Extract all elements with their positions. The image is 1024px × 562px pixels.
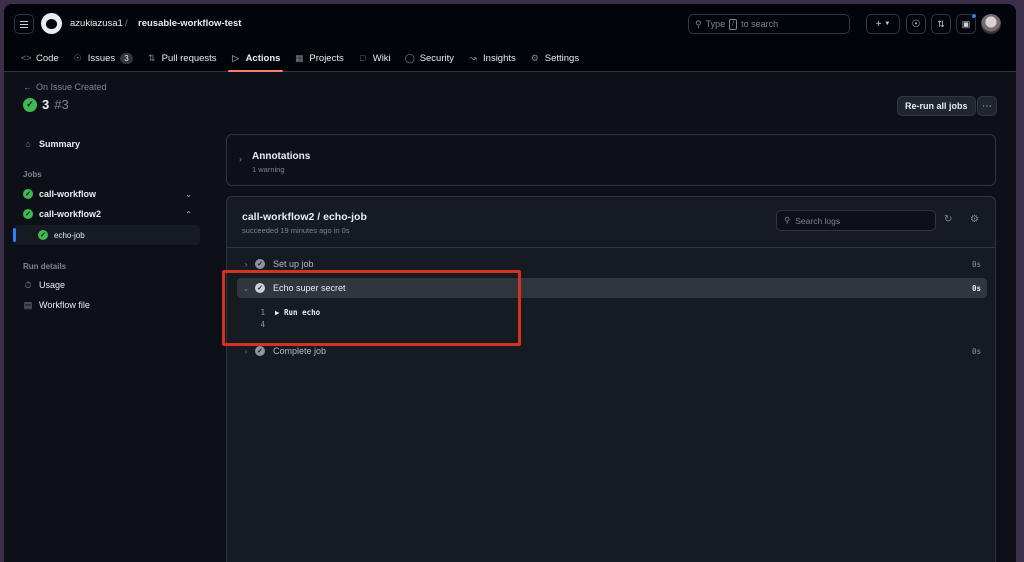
- tab-settings[interactable]: ⚙ Settings: [523, 46, 586, 70]
- line-number: 1: [260, 308, 265, 317]
- more-options-button[interactable]: ⋯: [977, 96, 997, 116]
- divider: [227, 247, 995, 248]
- search-shortcut-key: /: [729, 18, 738, 30]
- job-status-text: succeeded 19 minutes ago in 0s: [242, 226, 350, 235]
- sidebar-item-workflow-file[interactable]: ▤ Workflow file: [14, 295, 200, 315]
- tab-security[interactable]: ◯ Security: [398, 46, 461, 70]
- breadcrumb-separator: /: [125, 18, 128, 29]
- check-circle-icon: ✓: [23, 97, 37, 112]
- step-echo-super-secret[interactable]: ⌄ ✓ Echo super secret 0s: [237, 278, 987, 298]
- browser-window: azukiazusa1 / reusable-workflow-test ⚲ T…: [4, 4, 1016, 562]
- stopwatch-icon: ⏱: [24, 279, 32, 290]
- tab-issues[interactable]: ☉ Issues 3: [66, 46, 140, 70]
- table-icon: ▦: [295, 52, 304, 63]
- tab-insights[interactable]: ↝ Insights: [461, 46, 523, 70]
- play-icon: ▷: [232, 52, 240, 63]
- owner-link[interactable]: azukiazusa1: [70, 18, 123, 29]
- issue-icon: ☉: [73, 52, 82, 63]
- chevron-right-icon[interactable]: ›: [239, 154, 242, 164]
- log-line[interactable]: 4: [255, 320, 275, 329]
- job-log-panel: call-workflow2 / echo-job succeeded 19 m…: [226, 196, 996, 562]
- tab-wiki[interactable]: □ Wiki: [351, 46, 398, 70]
- line-number: 4: [260, 320, 265, 329]
- annotations-panel[interactable]: › Annotations 1 warning: [226, 134, 996, 186]
- search-prefix: Type: [705, 19, 726, 29]
- repo-nav: <> Code ☉ Issues 3 ⇅ Pull requests ▷ Act…: [14, 46, 586, 72]
- check-circle-icon: ✓: [255, 283, 265, 293]
- gear-icon[interactable]: ⚙: [970, 214, 979, 225]
- create-new-button[interactable]: + ▼: [866, 14, 900, 34]
- home-icon: ⌂: [25, 139, 31, 149]
- page-title: ✓ 3 #3: [23, 97, 69, 112]
- tab-code[interactable]: <> Code: [14, 46, 66, 70]
- arrow-left-icon: ←: [23, 82, 32, 92]
- inbox-icon: ▣: [961, 18, 971, 29]
- gear-icon: ⚙: [530, 52, 539, 63]
- issue-icon: ☉: [911, 18, 921, 30]
- job-title: call-workflow2 / echo-job: [242, 211, 367, 223]
- annotations-title: Annotations: [252, 151, 311, 162]
- back-to-workflow-link[interactable]: ← On Issue Created: [23, 82, 107, 92]
- tab-projects[interactable]: ▦ Projects: [287, 46, 350, 70]
- step-duration: 0s: [971, 346, 981, 356]
- check-circle-icon: ✓: [38, 230, 48, 240]
- issues-count: 3: [120, 52, 133, 64]
- log-line[interactable]: 1 ▶ Run echo: [255, 308, 320, 317]
- avatar[interactable]: [981, 14, 1001, 34]
- step-complete-job[interactable]: › ✓ Complete job 0s: [237, 341, 987, 361]
- check-circle-icon: ✓: [23, 209, 33, 219]
- plus-icon: +: [875, 18, 882, 30]
- check-circle-icon: ✓: [255, 346, 265, 356]
- check-circle-icon: ✓: [255, 259, 265, 269]
- step-set-up-job[interactable]: › ✓ Set up job 0s: [237, 254, 987, 274]
- search-icon: ⚲: [784, 215, 791, 225]
- search-logs-input[interactable]: ⚲ Search logs: [776, 210, 936, 231]
- code-icon: <>: [21, 53, 32, 63]
- log-text: ▶ Run echo: [275, 308, 321, 317]
- shield-icon: ◯: [404, 52, 415, 63]
- top-header: azukiazusa1 / reusable-workflow-test ⚲ T…: [4, 4, 1016, 72]
- tab-pull-requests[interactable]: ⇅ Pull requests: [140, 46, 224, 70]
- pull-request-icon: ⇅: [147, 52, 156, 63]
- book-icon: □: [360, 53, 366, 63]
- step-duration: 0s: [971, 283, 981, 293]
- graph-icon: ↝: [469, 52, 477, 63]
- run-number: 3: [42, 97, 50, 112]
- chevron-right-icon: ›: [244, 346, 248, 356]
- sidebar-item-summary[interactable]: ⌂ Summary: [14, 134, 200, 154]
- sidebar-item-echo-job[interactable]: ✓ echo-job: [13, 225, 200, 245]
- kebab-horizontal-icon: ⋯: [982, 100, 992, 112]
- sidebar-item-call-workflow2[interactable]: ✓ call-workflow2 ⌃: [14, 204, 200, 224]
- notification-dot: [971, 13, 977, 19]
- sidebar-item-call-workflow[interactable]: ✓ call-workflow ⌄: [14, 184, 200, 204]
- tab-actions[interactable]: ▷ Actions: [224, 46, 288, 72]
- triangle-down-icon: ▼: [884, 21, 891, 27]
- refresh-icon[interactable]: ↻: [944, 214, 952, 225]
- run-hash: #3: [54, 97, 69, 112]
- pull-requests-shortcut-button[interactable]: ⇅: [931, 14, 951, 34]
- chevron-right-icon: ›: [244, 259, 248, 269]
- check-circle-icon: ✓: [23, 189, 33, 199]
- search-suffix: to search: [741, 19, 779, 29]
- repo-link[interactable]: reusable-workflow-test: [138, 18, 241, 29]
- chevron-up-icon[interactable]: ⌃: [185, 210, 192, 219]
- chevron-down-icon[interactable]: ⌄: [185, 190, 192, 199]
- chevron-down-icon: ⌄: [242, 283, 250, 293]
- run-details-heading: Run details: [23, 262, 67, 271]
- global-search[interactable]: ⚲ Type / to search: [688, 14, 850, 34]
- jobs-heading: Jobs: [23, 170, 42, 179]
- issues-shortcut-button[interactable]: ☉: [906, 14, 926, 34]
- file-icon: ▤: [23, 299, 33, 310]
- search-icon: ⚲: [695, 18, 702, 29]
- sidebar-item-usage[interactable]: ⏱ Usage: [14, 275, 200, 295]
- annotations-count: 1 warning: [252, 165, 285, 174]
- step-duration: 0s: [971, 259, 981, 269]
- menu-button[interactable]: [14, 14, 34, 34]
- rerun-all-jobs-button[interactable]: Re-run all jobs: [897, 96, 976, 116]
- github-logo-icon[interactable]: [41, 13, 62, 34]
- pull-request-icon: ⇅: [937, 18, 945, 29]
